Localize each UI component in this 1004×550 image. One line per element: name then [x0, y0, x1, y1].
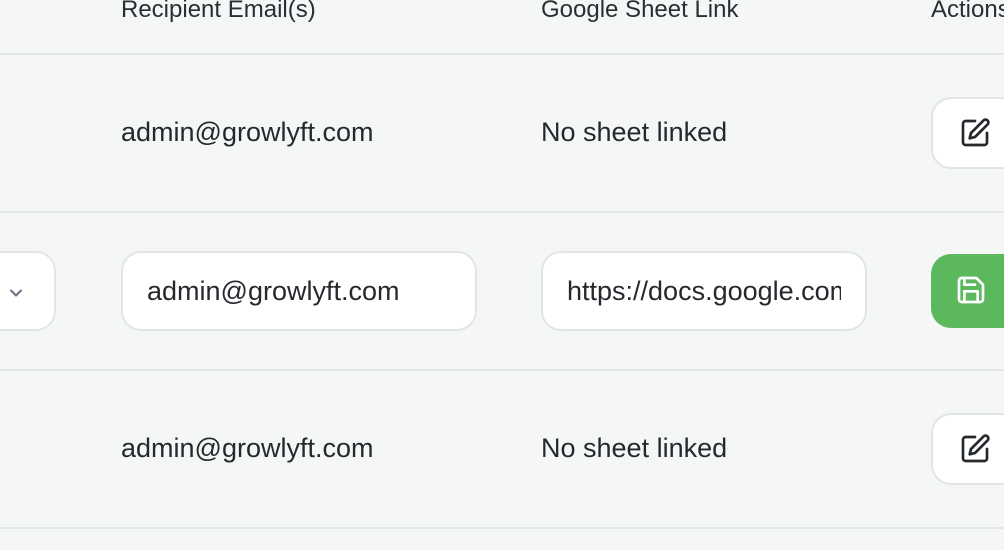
edit-icon — [961, 118, 990, 147]
sheet-link-text: No sheet linked — [541, 117, 728, 147]
recipient-email: admin@growlyft.com — [121, 117, 374, 147]
edit-button[interactable] — [931, 413, 1004, 485]
save-button[interactable] — [931, 254, 1004, 328]
table-row-editing — [0, 213, 1004, 371]
sheet-link-text: No sheet linked — [541, 433, 728, 463]
header-actions: Actions — [931, 0, 1004, 23]
recipient-email: admin@growlyft.com — [121, 433, 374, 463]
data-table: Recipient Email(s) Google Sheet Link Act… — [0, 0, 1004, 550]
table-header: Recipient Email(s) Google Sheet Link Act… — [0, 0, 1004, 55]
edit-button[interactable] — [931, 97, 1004, 169]
recipient-email-input[interactable] — [121, 251, 477, 331]
header-google-sheet-link: Google Sheet Link — [541, 0, 739, 23]
select-dropdown[interactable] — [0, 251, 56, 331]
table-row: admin@growlyft.com No sheet linked — [0, 371, 1004, 529]
header-recipient-emails: Recipient Email(s) — [121, 0, 316, 23]
sheet-link-input[interactable] — [541, 251, 867, 331]
chevron-down-icon — [10, 289, 22, 297]
table-row: admin@growlyft.com No sheet linked — [0, 53, 1004, 213]
edit-icon — [961, 434, 990, 463]
save-icon — [957, 276, 985, 304]
